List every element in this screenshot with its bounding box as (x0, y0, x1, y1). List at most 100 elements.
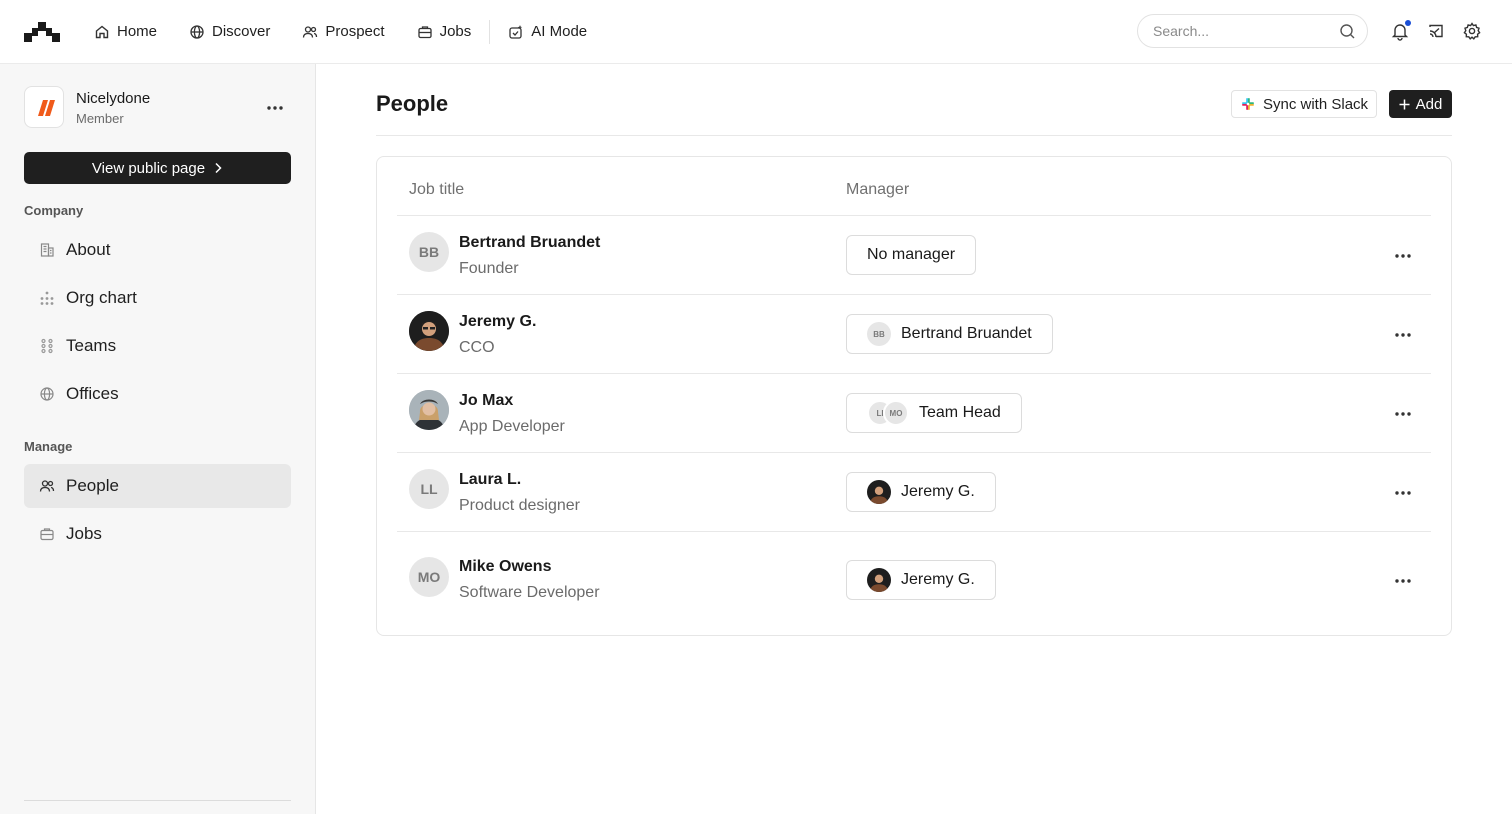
plus-icon (1399, 99, 1410, 109)
sync-with-slack-button[interactable]: Sync with Slack (1231, 90, 1377, 118)
nav-prospect-label: Prospect (325, 23, 385, 40)
avatar (409, 390, 449, 430)
sidebar-item-about-label: About (66, 240, 111, 259)
nav-jobs-label: Jobs (439, 23, 472, 40)
column-header-manager: Manager (846, 181, 910, 198)
avatar: BB (409, 232, 449, 272)
view-public-page-button[interactable]: View public page (24, 152, 291, 184)
manager-name: Team Head (919, 404, 1001, 421)
person-job-title: Product designer (459, 497, 580, 514)
avatar: LL (409, 469, 449, 509)
sidebar-item-org-chart[interactable]: Org chart (24, 276, 291, 320)
manager-select[interactable]: No manager (846, 235, 977, 275)
person-name[interactable]: Jo Max (459, 392, 513, 410)
sidebar-item-about[interactable]: About (24, 228, 291, 272)
more-horizontal-icon[interactable] (1393, 483, 1413, 503)
person-name[interactable]: Mike Owens (459, 558, 551, 576)
sidebar-item-people[interactable]: People (24, 464, 291, 508)
more-horizontal-icon[interactable] (1393, 404, 1413, 424)
home-icon (95, 25, 109, 38)
table-row: Jo Max App Developer LI MO Team Head (397, 373, 1431, 452)
users-icon (303, 25, 318, 38)
column-header-job-title: Job title (409, 181, 465, 198)
gear-icon[interactable] (1462, 21, 1482, 41)
company-section-title: Company (24, 203, 84, 218)
globe-icon (40, 387, 54, 401)
add-button[interactable]: Add (1389, 90, 1452, 118)
manager-name: Jeremy G. (901, 571, 975, 588)
globe-icon (190, 24, 204, 39)
nav-home[interactable]: Home (94, 23, 157, 40)
sidebar-item-offices-label: Offices (66, 384, 119, 403)
org-chart-icon (40, 291, 54, 305)
person-name[interactable]: Jeremy G. (459, 313, 536, 331)
more-horizontal-icon[interactable] (1393, 571, 1413, 591)
slack-icon (1242, 98, 1254, 110)
nav-home-label: Home (117, 23, 158, 40)
ai-sparkle-icon (509, 24, 523, 39)
more-horizontal-icon[interactable] (264, 98, 286, 118)
person-photo-icon (867, 480, 891, 504)
org-name: Nicelydone (76, 90, 151, 107)
org-logo (24, 86, 64, 128)
person-photo-icon (409, 311, 449, 351)
avatar (409, 311, 449, 351)
manager-avatar (867, 568, 891, 592)
org-role: Member (76, 111, 124, 126)
add-button-label: Add (1415, 95, 1443, 113)
table-row: MO Mike Owens Software Developer Jeremy … (397, 531, 1431, 619)
team-avatar-group: LI MO (867, 400, 909, 426)
table-row: LL Laura L. Product designer Jeremy G. (397, 452, 1431, 531)
manager-name: Jeremy G. (901, 483, 975, 500)
sidebar: Nicelydone Member View public page Compa… (0, 64, 316, 814)
person-job-title: App Developer (459, 418, 565, 435)
search-icon[interactable] (1339, 23, 1356, 40)
manager-select[interactable]: LI MO Team Head (846, 393, 1022, 433)
person-name[interactable]: Laura L. (459, 471, 521, 489)
page-title: People (376, 91, 449, 116)
sidebar-item-teams-label: Teams (66, 336, 117, 355)
manage-section-title: Manage (24, 439, 73, 454)
view-public-page-label: View public page (91, 159, 206, 177)
person-job-title: CCO (459, 339, 495, 356)
person-job-title: Founder (459, 260, 519, 277)
chevron-right-icon (215, 162, 222, 174)
briefcase-icon (40, 528, 54, 541)
search-input[interactable] (1153, 23, 1333, 39)
nav-ai-mode[interactable]: AI Mode (508, 23, 587, 40)
avatar: MO (409, 557, 449, 597)
sidebar-item-jobs-label: Jobs (66, 524, 102, 543)
nav-divider (489, 19, 491, 44)
person-photo-icon (867, 568, 891, 592)
briefcase-icon (417, 25, 432, 38)
team-member-avatar: MO (883, 400, 909, 426)
person-job-title: Software Developer (459, 584, 600, 601)
top-bar: Home Discover Prospect Jobs AI Mode (0, 0, 1512, 64)
sidebar-item-jobs[interactable]: Jobs (24, 512, 291, 556)
main-nav: Home Discover Prospect Jobs AI Mode (94, 0, 619, 63)
manager-select[interactable]: BB Bertrand Bruandet (846, 314, 1053, 354)
app-logo[interactable] (24, 20, 60, 44)
nicelydone-logo-icon (38, 100, 55, 116)
building-icon (40, 243, 54, 257)
nav-discover[interactable]: Discover (189, 23, 270, 40)
nav-jobs[interactable]: Jobs (417, 23, 472, 40)
manager-avatar (867, 480, 891, 504)
more-horizontal-icon[interactable] (1393, 325, 1413, 345)
person-name[interactable]: Bertrand Bruandet (459, 234, 600, 252)
manager-select[interactable]: Jeremy G. (846, 472, 996, 512)
sidebar-item-offices[interactable]: Offices (24, 372, 291, 416)
more-horizontal-icon[interactable] (1393, 246, 1413, 266)
cast-icon[interactable] (1426, 21, 1446, 41)
nav-prospect[interactable]: Prospect (302, 23, 385, 40)
table-row: Jeremy G. CCO BB Bertrand Bruandet (397, 294, 1431, 373)
manager-select[interactable]: Jeremy G. (846, 560, 996, 600)
notification-dot (1405, 20, 1411, 26)
title-divider (376, 135, 1452, 136)
sidebar-item-teams[interactable]: Teams (24, 324, 291, 368)
sidebar-item-people-label: People (66, 476, 119, 495)
sidebar-divider (24, 800, 291, 801)
sync-with-slack-label: Sync with Slack (1263, 95, 1369, 113)
manager-name: Bertrand Bruandet (901, 325, 1032, 342)
table-row: BB Bertrand Bruandet Founder No manager (397, 215, 1431, 294)
